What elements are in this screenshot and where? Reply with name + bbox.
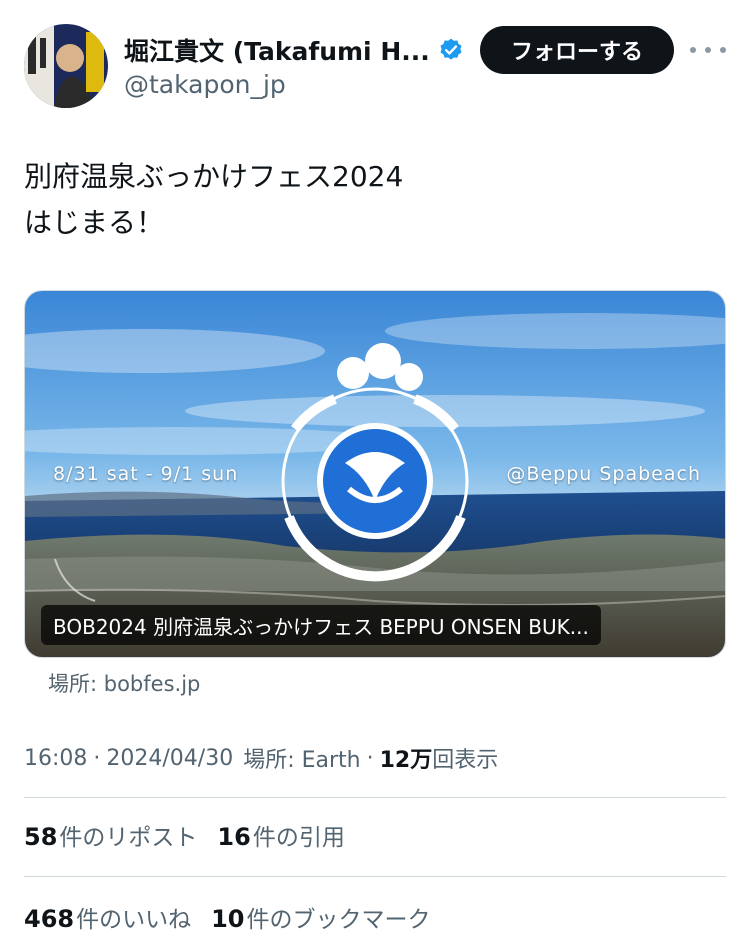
stats-row-likes: 468 件のいいね 10 件のブックマーク (24, 900, 451, 934)
views-count: 12万 (379, 748, 433, 773)
more-options-icon[interactable] (690, 38, 726, 62)
tweet-text-line: 別府温泉ぶっかけフェス2024 (24, 160, 404, 193)
reposts-label: 件のリポスト (59, 825, 198, 851)
card-caption: BOB2024 別府温泉ぶっかけフェス BEPPU ONSEN BUK... (41, 605, 601, 645)
quotes-stat[interactable]: 16 件の引用 (217, 818, 344, 852)
likes-label: 件のいいね (76, 907, 192, 933)
divider (24, 876, 726, 877)
tweet-meta: 16:08 · 2024/04/30 場所: Earth · 12万 回表示 (24, 742, 498, 774)
quotes-count: 16 (217, 823, 251, 851)
stats-row-reposts: 58 件のリポスト 16 件の引用 (24, 818, 365, 852)
card-location-text: @Beppu Spabeach (506, 463, 701, 485)
follow-button[interactable]: フォローする (480, 26, 674, 74)
tweet-place[interactable]: 場所: Earth (243, 742, 360, 774)
tweet-header: 堀江貴文 (Takafumi H... @takapon_jp フォローする (0, 0, 750, 120)
likes-stat[interactable]: 468 件のいいね (24, 900, 191, 934)
tweet-text: 別府温泉ぶっかけフェス2024 はじまる！ (24, 154, 403, 246)
display-name[interactable]: 堀江貴文 (Takafumi H... (124, 32, 430, 68)
views-label: 回表示 (432, 748, 499, 773)
divider (24, 797, 726, 798)
name-row: 堀江貴文 (Takafumi H... (124, 32, 464, 68)
bookmarks-stat[interactable]: 10 件のブックマーク (211, 900, 430, 934)
bookmarks-count: 10 (211, 905, 245, 933)
link-card[interactable]: 8/31 sat - 9/1 sun @Beppu Spabeach BOB20… (24, 290, 726, 658)
tweet-time[interactable]: 16:08 (24, 746, 87, 771)
reposts-count: 58 (24, 823, 58, 851)
reposts-stat[interactable]: 58 件のリポスト (24, 818, 197, 852)
tweet-date[interactable]: 2024/04/30 (106, 746, 233, 771)
meta-separator: · (93, 745, 101, 771)
bookmarks-label: 件のブックマーク (246, 907, 431, 933)
card-domain[interactable]: 場所: bobfes.jp (48, 668, 200, 698)
meta-separator: · (366, 745, 374, 771)
likes-count: 468 (24, 905, 75, 933)
handle[interactable]: @takapon_jp (124, 70, 286, 99)
tweet-text-line: はじまる！ (24, 206, 165, 239)
verified-badge-icon (440, 38, 462, 60)
quotes-label: 件の引用 (252, 825, 345, 851)
card-date-text: 8/31 sat - 9/1 sun (53, 463, 239, 485)
avatar[interactable] (24, 24, 108, 108)
